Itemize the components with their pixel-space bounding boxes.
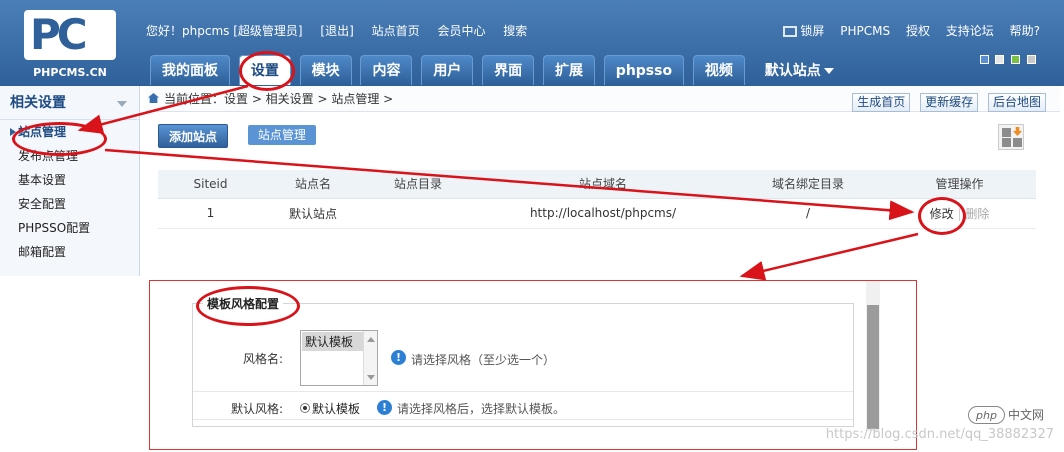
tab-my-panel[interactable]: 我的面板 <box>150 55 230 85</box>
tab-video[interactable]: 视频 <box>692 55 745 85</box>
annotation-circle-legend <box>196 286 300 326</box>
sidebar-item-security[interactable]: 安全配置 <box>0 192 139 216</box>
annotation-circle-edit <box>918 197 966 235</box>
logo-box: PC <box>24 10 116 60</box>
theme-swatch-blue[interactable] <box>979 55 989 64</box>
sidebar-title-label: 相关设置 <box>10 95 66 111</box>
site-selector-label: 默认站点 <box>764 63 821 79</box>
col-operations: 管理操作 <box>883 170 1036 199</box>
cell-site-domain: http://localhost/phpcms/ <box>473 198 733 229</box>
cell-siteid: 1 <box>158 198 263 229</box>
theme-swatch-silver[interactable] <box>1027 55 1036 64</box>
annotation-circle-settings <box>239 51 295 91</box>
default-style-row: 默认风格: 默认模板 ! 请选择风格后，选择默认模板。 <box>193 396 853 420</box>
style-name-row: 风格名: 默认模板 ! 请选择风格（至少选一个） <box>193 330 853 392</box>
top-links: 您好！phpcms [超级管理员] [退出] 站点首页 会员中心 搜索 <box>146 22 541 39</box>
chevron-down-icon <box>823 68 834 74</box>
layout-grid-icon[interactable] <box>998 124 1024 150</box>
csdn-watermark: https://blog.csdn.net/qq_38882327 <box>825 427 1054 442</box>
col-site-domain: 站点域名 <box>473 170 733 199</box>
site-selector[interactable]: 默认站点 <box>754 56 845 86</box>
default-style-label: 默认风格: <box>230 402 283 416</box>
sidebar-item-email[interactable]: 邮箱配置 <box>0 240 139 264</box>
template-style-fieldset: 模板风格配置 风格名: 默认模板 ! 请选择风格（至少选一个） 默认风格: 默认… <box>192 295 854 427</box>
action-bar: 添加站点 站点管理 <box>158 124 316 148</box>
tab-interface[interactable]: 界面 <box>482 55 535 85</box>
theme-swatch-gray[interactable] <box>995 55 1005 64</box>
welcome-text: 您好！phpcms [超级管理员] <box>146 24 303 38</box>
col-site-name: 站点名 <box>263 170 363 199</box>
tab-content[interactable]: 内容 <box>360 55 413 85</box>
col-site-dir: 站点目录 <box>363 170 473 199</box>
scrollbar-thumb[interactable] <box>867 305 879 429</box>
theme-swatch-green[interactable] <box>1011 55 1021 64</box>
php-badge-cn: 中文网 <box>1007 408 1044 422</box>
main-panel: 当前位置：设置 > 相关设置 > 站点管理 > 生成首页 更新缓存 后台地图 添… <box>146 86 1060 276</box>
scroll-down-icon[interactable] <box>367 375 375 380</box>
generate-homepage-button[interactable]: 生成首页 <box>852 93 911 112</box>
site-management-button[interactable]: 站点管理 <box>247 125 316 145</box>
search-link[interactable]: 搜索 <box>503 24 527 38</box>
phpcms-logo[interactable]: PC PHPCMS.CN <box>16 10 124 80</box>
info-icon: ! <box>391 350 406 365</box>
php-badge: php <box>968 406 1005 424</box>
lock-screen-label: 锁屏 <box>800 24 825 38</box>
col-siteid: Siteid <box>158 170 263 199</box>
default-style-hint: 请选择风格后，选择默认模板。 <box>397 402 566 416</box>
grid-cell <box>1002 128 1011 137</box>
style-hint: 请选择风格（至少选一个） <box>411 353 556 367</box>
home-icon <box>148 93 159 103</box>
sidebar-title[interactable]: 相关设置 <box>0 86 139 120</box>
site-table: Siteid 站点名 站点目录 站点域名 域名绑定目录 管理操作 1 默认站点 … <box>158 170 1036 229</box>
breadcrumb: 当前位置：设置 > 相关设置 > 站点管理 > <box>164 92 394 106</box>
listbox-scroll[interactable] <box>363 331 377 385</box>
cell-bind-dir: / <box>733 198 883 229</box>
member-center-link[interactable]: 会员中心 <box>437 24 485 38</box>
phpcms-link[interactable]: PHPCMS <box>840 24 890 38</box>
monitor-icon <box>783 26 798 37</box>
update-cache-button[interactable]: 更新缓存 <box>920 93 979 112</box>
style-listbox[interactable]: 默认模板 <box>300 330 378 386</box>
collapse-arrow-icon[interactable] <box>117 101 127 107</box>
quick-buttons: 生成首页 更新缓存 后台地图 <box>846 89 1046 115</box>
download-arrow-icon <box>1013 127 1022 136</box>
right-links: 锁屏 PHPCMS 授权 支持论坛 帮助? <box>771 22 1040 39</box>
add-site-button[interactable]: 添加站点 <box>158 124 229 148</box>
grid-cell <box>1002 138 1011 147</box>
breadcrumb-bar: 当前位置：设置 > 相关设置 > 站点管理 > 生成首页 更新缓存 后台地图 <box>146 86 1060 112</box>
sidebar-item-basic-settings[interactable]: 基本设置 <box>0 168 139 192</box>
tab-extensions[interactable]: 扩展 <box>542 55 595 85</box>
site-home-link[interactable]: 站点首页 <box>372 24 420 38</box>
logout-link[interactable]: [退出] <box>320 24 353 38</box>
logo-domain: PHPCMS.CN <box>33 66 107 79</box>
style-name-label: 风格名: <box>242 352 283 366</box>
lock-screen-link[interactable]: 锁屏 <box>783 24 824 38</box>
info-icon: ! <box>377 400 392 415</box>
top-header: PC PHPCMS.CN 您好！phpcms [超级管理员] [退出] 站点首页… <box>0 0 1064 86</box>
default-style-option[interactable]: 默认模板 <box>312 400 360 417</box>
tab-users[interactable]: 用户 <box>421 55 474 85</box>
php-cn-badge: php 中文网 <box>968 406 1044 424</box>
grid-cell <box>1013 138 1022 147</box>
radio-dot <box>303 406 307 410</box>
table-row: 1 默认站点 http://localhost/phpcms/ / 修改 | 删… <box>158 198 1036 229</box>
tab-phpsso[interactable]: phpsso <box>603 55 685 85</box>
license-link[interactable]: 授权 <box>906 24 930 38</box>
col-bind-dir: 域名绑定目录 <box>733 170 883 199</box>
logo-text: PC <box>30 10 88 59</box>
cell-site-dir <box>363 198 473 229</box>
scroll-up-icon[interactable] <box>367 337 375 342</box>
admin-map-button[interactable]: 后台地图 <box>987 93 1046 112</box>
forum-link[interactable]: 支持论坛 <box>946 24 994 38</box>
sidebar-item-phpsso[interactable]: PHPSSO配置 <box>0 216 139 240</box>
sidebar: 相关设置 站点管理 发布点管理 基本设置 安全配置 PHPSSO配置 邮箱配置 <box>0 86 140 276</box>
cell-site-name: 默认站点 <box>263 198 363 229</box>
scrollbar[interactable] <box>866 281 880 431</box>
help-link[interactable]: 帮助? <box>1010 24 1040 38</box>
theme-swatches <box>977 53 1036 67</box>
annotation-circle-site-management <box>12 122 107 156</box>
default-style-radio[interactable] <box>300 403 310 413</box>
delete-link: 删除 <box>965 206 990 221</box>
tab-modules[interactable]: 模块 <box>299 55 352 85</box>
